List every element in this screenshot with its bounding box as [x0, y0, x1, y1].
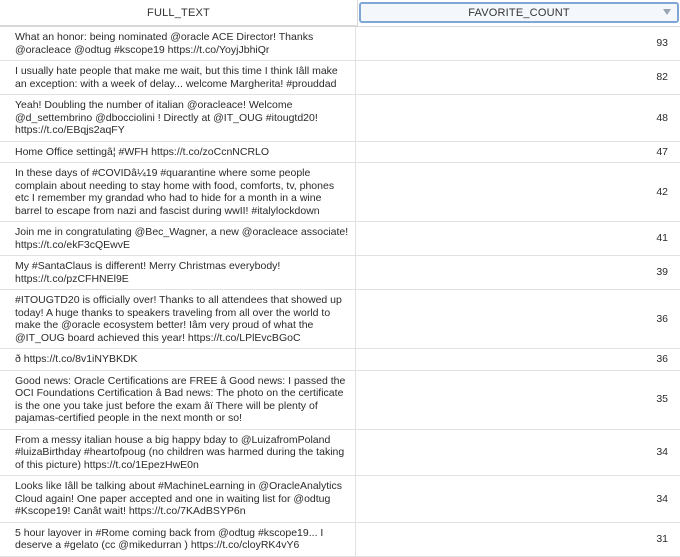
favorite-count-cell[interactable]: 36 — [356, 290, 680, 348]
full-text-cell[interactable]: From a messy italian house a big happy b… — [0, 429, 356, 475]
full-text-cell[interactable]: I usually hate people that make me wait,… — [0, 61, 356, 94]
favorite-count-cell[interactable]: 93 — [356, 27, 680, 60]
favorite-count-cell[interactable]: 34 — [356, 430, 680, 476]
table-row[interactable]: Yeah! Doubling the number of italian @or… — [0, 95, 680, 142]
sort-descending-icon[interactable] — [663, 9, 671, 15]
full-text-cell[interactable]: ð https://t.co/8v1iNYBKDK — [0, 349, 356, 370]
table-row[interactable]: I usually hate people that make me wait,… — [0, 61, 680, 95]
favorite-count-cell[interactable]: 47 — [356, 142, 680, 163]
full-text-cell[interactable]: In these days of #COVIDâ¼19 #quarantine … — [0, 163, 356, 221]
table-row[interactable]: Looks like Iâll be talking about #Machin… — [0, 476, 680, 523]
favorite-count-cell[interactable]: 41 — [356, 222, 680, 255]
table-row[interactable]: Good news: Oracle Certifications are FRE… — [0, 370, 680, 430]
full-text-cell[interactable]: Yeah! Doubling the number of italian @or… — [0, 95, 356, 141]
grid-rows: What an honor: being nominated @oracle A… — [0, 26, 680, 557]
column-header-favorite-count-label: FAVORITE_COUNT — [468, 6, 570, 19]
favorite-count-cell[interactable]: 36 — [356, 349, 680, 370]
full-text-cell[interactable]: Good news: Oracle Certifications are FRE… — [0, 370, 356, 429]
favorite-count-cell[interactable]: 35 — [356, 371, 680, 429]
grid-header: FULL_TEXT FAVORITE_COUNT — [0, 0, 680, 26]
full-text-cell[interactable]: What an honor: being nominated @oracle A… — [0, 27, 356, 60]
full-text-cell[interactable]: 5 hour layover in #Rome coming back from… — [0, 522, 356, 556]
table-row[interactable]: Join me in congratulating @Bec_Wagner, a… — [0, 222, 680, 256]
column-header-full-text[interactable]: FULL_TEXT — [0, 0, 358, 26]
column-header-full-text-label: FULL_TEXT — [147, 6, 210, 19]
full-text-cell[interactable]: Join me in congratulating @Bec_Wagner, a… — [0, 222, 356, 255]
full-text-cell[interactable]: #ITOUGTD20 is officially over! Thanks to… — [0, 290, 356, 348]
table-row[interactable]: From a messy italian house a big happy b… — [0, 429, 680, 476]
table-row[interactable]: Home Office settingâ¦ #WFH https://t.co/… — [0, 141, 680, 163]
favorite-count-cell[interactable]: 42 — [356, 163, 680, 221]
table-row[interactable]: My #SantaClaus is different! Merry Chris… — [0, 256, 680, 290]
table-row[interactable]: In these days of #COVIDâ¼19 #quarantine … — [0, 163, 680, 222]
column-header-favorite-count[interactable]: FAVORITE_COUNT — [359, 2, 679, 23]
table-row[interactable]: ð https://t.co/8v1iNYBKDK 36 — [0, 349, 680, 371]
results-grid: FULL_TEXT FAVORITE_COUNT What an honor: … — [0, 0, 680, 557]
favorite-count-cell[interactable]: 82 — [356, 61, 680, 94]
full-text-cell[interactable]: My #SantaClaus is different! Merry Chris… — [0, 256, 356, 289]
favorite-count-cell[interactable]: 31 — [356, 523, 680, 556]
favorite-count-cell[interactable]: 39 — [356, 256, 680, 289]
favorite-count-cell[interactable]: 34 — [356, 476, 680, 522]
table-row[interactable]: 5 hour layover in #Rome coming back from… — [0, 522, 680, 557]
full-text-cell[interactable]: Home Office settingâ¦ #WFH https://t.co/… — [0, 141, 356, 162]
table-row[interactable]: #ITOUGTD20 is officially over! Thanks to… — [0, 290, 680, 349]
full-text-cell[interactable]: Looks like Iâll be talking about #Machin… — [0, 476, 356, 522]
table-row[interactable]: What an honor: being nominated @oracle A… — [0, 27, 680, 61]
favorite-count-cell[interactable]: 48 — [356, 95, 680, 141]
